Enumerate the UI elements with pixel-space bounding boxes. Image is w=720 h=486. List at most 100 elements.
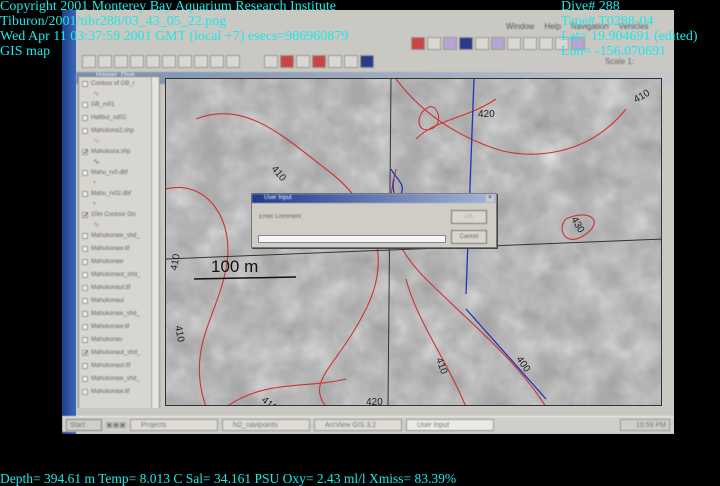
layer-checkbox[interactable] <box>82 127 88 134</box>
tool-button[interactable] <box>226 54 240 68</box>
layer-checkbox[interactable] <box>82 375 88 382</box>
layer-checkbox[interactable] <box>82 80 88 87</box>
task-user-input[interactable]: User Input <box>405 418 494 431</box>
layer-checkbox[interactable] <box>82 271 88 278</box>
layer-item[interactable]: Mahu_rv0.dbf <box>79 166 159 179</box>
comment-input[interactable] <box>258 235 446 243</box>
layer-checkbox[interactable]: ✓ <box>82 148 89 156</box>
layer-checkbox[interactable] <box>82 190 88 197</box>
menu-window[interactable]: Window <box>506 22 534 31</box>
layer-item[interactable]: ✓ 10m Contour Dis <box>79 208 159 221</box>
layer-checkbox[interactable] <box>82 245 88 252</box>
layer-checkbox[interactable] <box>82 362 88 369</box>
tool-button[interactable] <box>491 36 505 50</box>
layer-item[interactable]: Mahukonaw.tif <box>79 320 159 333</box>
comment-label: Enter Comment <box>259 214 302 220</box>
layer-item[interactable]: Halibut_sd02 <box>79 111 159 124</box>
layer-item[interactable]: Mahu_rv02.dbf <box>79 187 159 200</box>
layer-item[interactable]: Mahukonaut.tif <box>79 281 159 294</box>
layer-legend-swatch: ∿ <box>93 136 100 145</box>
close-icon[interactable]: × <box>486 195 494 202</box>
layer-checkbox[interactable]: ✓ <box>82 211 89 219</box>
layer-legend-swatch: • <box>93 199 96 208</box>
layer-checkbox[interactable] <box>82 169 88 176</box>
tool-button[interactable] <box>328 54 342 68</box>
layer-checkbox[interactable] <box>82 258 88 265</box>
tool-button[interactable] <box>360 54 374 68</box>
cancel-button[interactable]: Cancel <box>451 230 487 244</box>
tool-button[interactable] <box>312 54 326 68</box>
dialog-title: User Input × <box>252 194 496 203</box>
tool-button[interactable] <box>475 36 489 50</box>
layer-checkbox[interactable] <box>82 336 88 343</box>
taskbar-clock: 10:59 PM <box>620 418 670 431</box>
tool-button[interactable] <box>459 36 473 50</box>
layer-checkbox[interactable] <box>82 323 88 330</box>
layer-item[interactable]: Mahukonaut <box>79 294 159 307</box>
menu-help[interactable]: Help <box>544 22 560 31</box>
layer-checkbox[interactable] <box>82 101 88 108</box>
task-arcview[interactable]: ArcView GIS 3.2 <box>313 418 402 431</box>
start-button[interactable]: Start <box>66 418 102 431</box>
tool-button[interactable] <box>114 54 128 68</box>
layer-item[interactable]: Mahukona2.shp <box>79 124 159 137</box>
tool-button[interactable] <box>178 54 192 68</box>
layer-label: Mahukonau <box>91 336 123 343</box>
layer-item[interactable]: Mahukonaut.tif <box>79 359 159 372</box>
layer-label: Mahukonaut.tif <box>91 284 131 291</box>
layer-label: Mahukonaw_shd_ <box>91 310 140 317</box>
overlay-datetime: Wed Apr 11 03:37:59 2001 GMT (local +7) … <box>0 29 349 44</box>
tool-button[interactable] <box>264 54 278 68</box>
zoom-out-tool[interactable] <box>146 54 160 68</box>
layer-item[interactable]: Mahukonaw.tif <box>79 385 159 398</box>
layer-item[interactable]: ✓ Mahukonaut_shd_ <box>79 346 159 359</box>
overlay-lat: Lat= 19.904691 (edited) <box>561 29 698 44</box>
layer-item[interactable]: Contour of GB_r <box>79 77 159 90</box>
layer-checkbox[interactable] <box>82 284 88 291</box>
text-tool[interactable] <box>210 54 224 68</box>
layer-item[interactable]: Mahukonaw_shd_ <box>79 307 159 320</box>
layer-item[interactable]: GB_rv01 <box>79 98 159 111</box>
layer-item[interactable]: ✓ Mahukona.shp <box>79 145 159 158</box>
svg-text:420: 420 <box>478 109 495 120</box>
layer-item[interactable]: Mahukonau <box>79 333 159 346</box>
layer-label: Mahu_rv0.dbf <box>91 169 128 176</box>
tool-button[interactable] <box>523 36 537 50</box>
ok-button[interactable]: OK <box>451 210 487 224</box>
tool-button[interactable] <box>427 36 441 50</box>
layer-scrollbar[interactable] <box>151 77 159 411</box>
tool-button[interactable] <box>344 54 358 68</box>
layer-checkbox[interactable] <box>82 310 88 317</box>
tool-button[interactable] <box>411 36 425 50</box>
layer-checkbox[interactable] <box>82 388 88 395</box>
layer-item[interactable]: Mahukonaw_shd_ <box>79 372 159 385</box>
layer-item[interactable]: Mahukonaw_shd_ <box>79 229 159 242</box>
quicklaunch-icons[interactable]: ▣▣▣ <box>106 421 126 429</box>
layer-item[interactable]: Mahukonaw <box>79 255 159 268</box>
layer-checkbox[interactable]: ✓ <box>82 349 89 357</box>
desktop-edge <box>62 10 76 434</box>
layer-checkbox[interactable] <box>82 297 88 304</box>
task-projects[interactable]: Projects <box>129 418 218 431</box>
pan-tool[interactable] <box>162 54 176 68</box>
tool-button[interactable] <box>82 54 96 68</box>
layer-label: Mahukonaw.tif <box>91 245 130 252</box>
layer-checkbox[interactable] <box>82 114 88 121</box>
tool-button[interactable] <box>507 36 521 50</box>
layer-label: Mahukonaut <box>91 297 125 304</box>
tool-button[interactable] <box>194 54 208 68</box>
layer-checkbox[interactable] <box>82 232 88 239</box>
svg-text:420: 420 <box>366 397 383 406</box>
tool-button[interactable] <box>280 54 294 68</box>
pointer-tool[interactable] <box>98 54 112 68</box>
layer-item[interactable]: Mahukonaut_shd_ <box>79 268 159 281</box>
tool-button[interactable] <box>539 36 553 50</box>
tool-button[interactable] <box>296 54 310 68</box>
task-navpoints[interactable]: hi2_navipoints <box>221 418 310 431</box>
tool-button[interactable] <box>443 36 457 50</box>
overlay-mode: GIS map <box>0 44 51 59</box>
layer-item[interactable]: Mahukonaw.tif <box>79 242 159 255</box>
layer-label: 10m Contour Dis <box>91 211 137 218</box>
zoom-in-tool[interactable] <box>130 54 144 68</box>
layer-label: Mahukona.shp <box>91 148 131 155</box>
